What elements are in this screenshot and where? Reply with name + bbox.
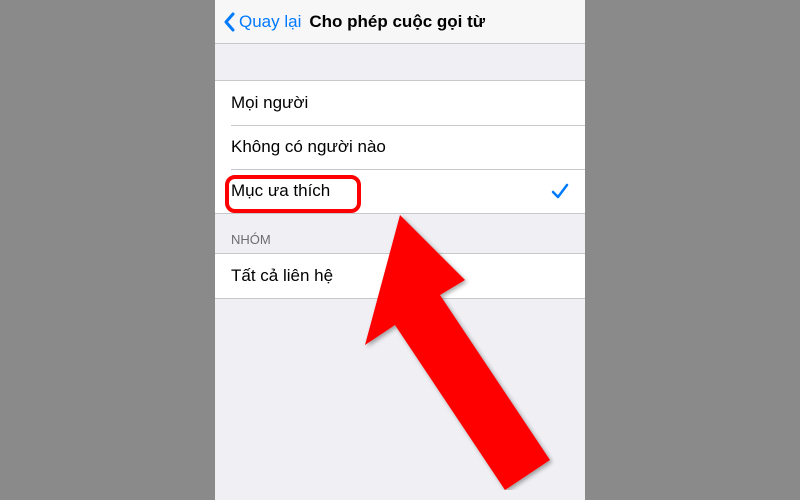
checkmark-icon bbox=[551, 182, 569, 200]
option-label: Mục ưa thích bbox=[231, 181, 330, 201]
page-title: Cho phép cuộc gọi từ bbox=[309, 12, 485, 32]
option-everyone[interactable]: Mọi người bbox=[215, 81, 585, 125]
option-favorites[interactable]: Mục ưa thích bbox=[215, 169, 585, 213]
groups-list: Tất cả liên hệ bbox=[215, 253, 585, 299]
option-label: Mọi người bbox=[231, 93, 308, 113]
option-label: Không có người nào bbox=[231, 137, 386, 157]
allow-calls-list: Mọi người Không có người nào Mục ưa thíc… bbox=[215, 80, 585, 214]
navbar: Quay lại Cho phép cuộc gọi từ bbox=[215, 0, 585, 44]
back-label: Quay lại bbox=[239, 12, 301, 32]
settings-screen: Quay lại Cho phép cuộc gọi từ Mọi người … bbox=[215, 0, 585, 500]
spacer bbox=[215, 44, 585, 80]
option-label: Tất cả liên hệ bbox=[231, 266, 333, 286]
chevron-left-icon bbox=[223, 12, 235, 32]
section-header-groups: Nhóm bbox=[215, 214, 585, 253]
option-all-contacts[interactable]: Tất cả liên hệ bbox=[215, 254, 585, 298]
back-button[interactable]: Quay lại bbox=[223, 12, 301, 32]
option-no-one[interactable]: Không có người nào bbox=[215, 125, 585, 169]
